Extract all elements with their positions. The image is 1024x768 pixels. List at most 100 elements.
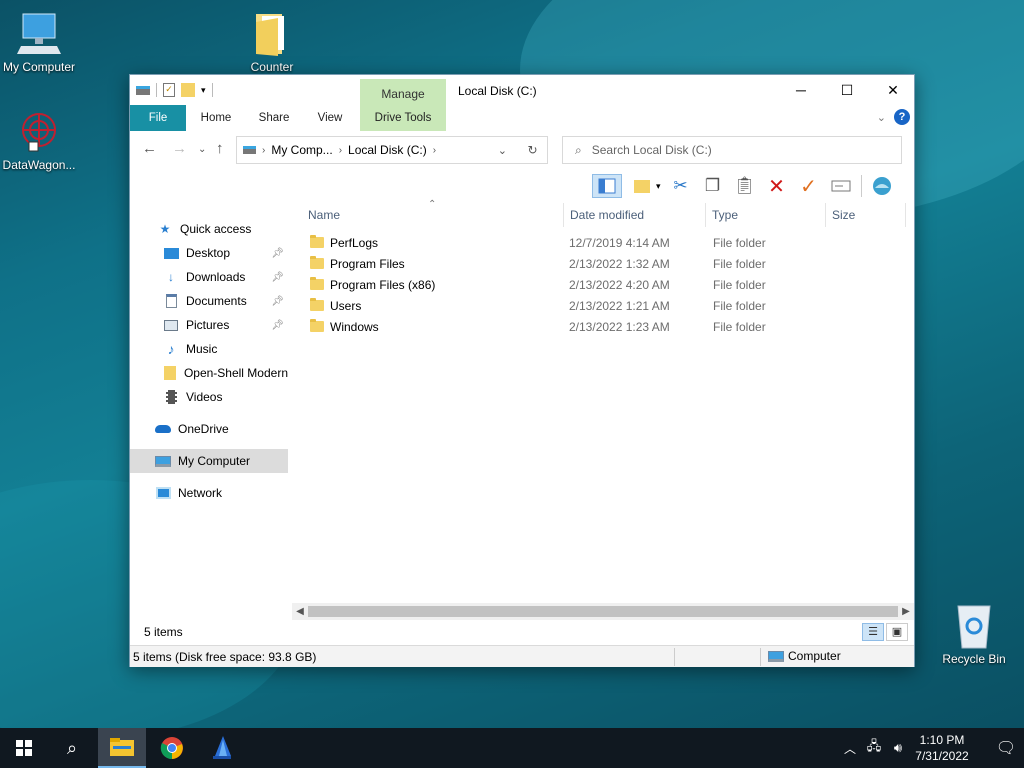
refresh-button[interactable]: ↻ — [518, 136, 548, 164]
table-row[interactable]: Program Files (x86) 2/13/2022 4:20 AM Fi… — [292, 275, 912, 296]
rename-icon[interactable] — [829, 174, 853, 198]
cut-icon[interactable]: ✂ — [669, 174, 693, 198]
address-dropdown-icon[interactable]: ⌄ — [498, 144, 507, 157]
chevron-right-icon[interactable]: › — [433, 145, 436, 156]
scrollbar-thumb[interactable] — [308, 606, 898, 617]
nav-item-music[interactable]: ♪ Music — [130, 337, 288, 361]
folder-icon — [310, 256, 324, 269]
desktop-icon — [162, 245, 180, 261]
details-view-icon[interactable]: ☰ — [862, 623, 884, 641]
desktop-icon-my-computer[interactable]: My Computer — [0, 10, 81, 74]
breadcrumb-local-disk[interactable]: Local Disk (C:) — [348, 143, 427, 157]
column-header-name[interactable]: Name — [302, 203, 564, 227]
up-button[interactable]: ↑ — [216, 140, 224, 157]
nav-item-pictures[interactable]: Pictures 📌︎ — [130, 313, 288, 337]
pin-icon[interactable]: 📌︎ — [271, 248, 284, 259]
folder-options-icon[interactable] — [630, 174, 654, 198]
horizontal-scrollbar[interactable]: ◀ ▶ — [292, 603, 914, 620]
network-status-icon[interactable]: 🖧︎ — [862, 737, 886, 759]
properties-icon[interactable]: ✓ — [163, 83, 175, 97]
tab-share[interactable]: Share — [250, 105, 298, 131]
paste-icon[interactable]: 📋︎ — [733, 174, 757, 198]
maximize-button[interactable]: ☐ — [824, 75, 870, 105]
forward-button[interactable]: → — [172, 140, 187, 157]
scroll-left-icon[interactable]: ◀ — [292, 603, 308, 620]
file-name: Program Files — [330, 257, 405, 271]
scroll-right-icon[interactable]: ▶ — [898, 603, 914, 620]
date-modified-cell: 12/7/2019 4:14 AM — [569, 236, 670, 250]
table-row[interactable]: Windows 2/13/2022 1:23 AM File folder — [292, 317, 912, 338]
tab-drive-tools[interactable]: Drive Tools — [360, 105, 446, 131]
nav-item-label: Downloads — [186, 270, 246, 284]
taskbar-file-explorer[interactable] — [98, 728, 146, 768]
tab-file[interactable]: File — [130, 105, 186, 131]
nav-item-documents[interactable]: Documents 📌︎ — [130, 289, 288, 313]
pin-icon[interactable]: 📌︎ — [271, 272, 284, 283]
table-row[interactable]: PerfLogs 12/7/2019 4:14 AM File folder — [292, 233, 912, 254]
help-icon[interactable]: ? — [894, 109, 910, 125]
customize-quick-access-icon[interactable]: ▾ — [201, 85, 206, 96]
recent-locations-button[interactable]: ⌄ — [198, 144, 206, 155]
table-row[interactable]: Program Files 2/13/2022 1:32 AM File fol… — [292, 254, 912, 275]
nav-item-desktop[interactable]: Desktop 📌︎ — [130, 241, 288, 265]
nav-item-my-computer[interactable]: My Computer — [130, 449, 288, 473]
date-modified-cell: 2/13/2022 1:32 AM — [569, 257, 670, 271]
search-input[interactable]: Search Local Disk (C:) — [592, 143, 712, 157]
taskbar-app[interactable] — [198, 728, 246, 768]
clock[interactable]: 1:10 PM 7/31/2022 — [910, 732, 974, 764]
search-box[interactable]: ⌕ Search Local Disk (C:) — [562, 136, 902, 164]
column-header-date-modified[interactable]: Date modified — [564, 203, 706, 227]
pin-icon[interactable]: 📌︎ — [271, 296, 284, 307]
file-name: Windows — [330, 320, 379, 334]
open-shell-icon[interactable] — [870, 174, 894, 198]
taskbar-chrome[interactable] — [148, 728, 196, 768]
properties-check-icon[interactable]: ✓ — [797, 174, 821, 198]
clock-time: 1:10 PM — [919, 733, 965, 747]
minimize-button[interactable]: ─ — [778, 75, 824, 105]
tab-home[interactable]: Home — [192, 105, 240, 131]
file-name-cell: Program Files (x86) — [310, 275, 435, 296]
breadcrumb-my-computer[interactable]: My Comp... — [271, 143, 332, 157]
copy-icon[interactable]: ❐ — [701, 174, 725, 198]
table-row[interactable]: Users 2/13/2022 1:21 AM File folder — [292, 296, 912, 317]
new-folder-icon[interactable] — [181, 83, 195, 97]
column-header-type[interactable]: Type — [706, 203, 826, 227]
nav-item-quick-access[interactable]: ★ Quick access — [130, 217, 288, 241]
recycle-bin-icon — [950, 602, 998, 650]
show-hidden-icons-icon[interactable]: ︿ — [838, 740, 862, 757]
ribbon-tabs: File Home Share View Drive Tools ⌄ ? — [130, 105, 914, 131]
nav-item-downloads[interactable]: ↓ Downloads 📌︎ — [130, 265, 288, 289]
nav-item-onedrive[interactable]: OneDrive — [130, 417, 288, 441]
volume-icon[interactable]: 🔊︎ — [886, 740, 910, 756]
navigation-pane: ★ Quick access Desktop 📌︎ ↓ Downloads 📌︎… — [130, 203, 288, 616]
desktop-icon-label: Recycle Bin — [942, 652, 1006, 666]
notifications-icon[interactable]: 🗨︎ — [988, 738, 1024, 758]
desktop-icon-counter[interactable]: Counter — [230, 10, 314, 74]
nav-item-videos[interactable]: Videos — [130, 385, 288, 409]
search-button[interactable]: ⌕ — [48, 728, 96, 768]
address-bar[interactable]: › My Comp... › Local Disk (C:) › ⌄ — [236, 136, 548, 164]
desktop-icon-recycle-bin[interactable]: Recycle Bin — [932, 602, 1016, 666]
folder-icon — [162, 365, 178, 381]
pin-icon[interactable]: 📌︎ — [271, 320, 284, 331]
tab-view[interactable]: View — [306, 105, 354, 131]
chevron-right-icon[interactable]: › — [339, 145, 342, 156]
desktop-icon-datawagon[interactable]: DataWagon... — [0, 108, 81, 172]
nav-item-open-shell-modern[interactable]: Open-Shell Modern — [130, 361, 288, 385]
drive-icon — [136, 85, 150, 95]
nav-item-network[interactable]: Network — [130, 481, 288, 505]
delete-icon[interactable]: ✕ — [765, 174, 789, 198]
folder-icon — [248, 10, 296, 58]
start-button[interactable] — [0, 728, 48, 768]
column-header-size[interactable]: Size — [826, 203, 906, 227]
drive-icon — [243, 146, 256, 154]
back-button[interactable]: ← — [142, 140, 157, 157]
close-button[interactable]: ✕ — [870, 75, 916, 105]
separator — [156, 83, 157, 97]
large-icons-view-icon[interactable]: ▣ — [886, 623, 908, 641]
date-modified-cell: 2/13/2022 1:21 AM — [569, 299, 670, 313]
folder-options-dropdown-icon[interactable]: ▾ — [656, 181, 661, 192]
expand-ribbon-icon[interactable]: ⌄ — [877, 111, 886, 124]
separator — [760, 648, 761, 666]
navigation-pane-toggle-icon[interactable] — [592, 174, 622, 198]
